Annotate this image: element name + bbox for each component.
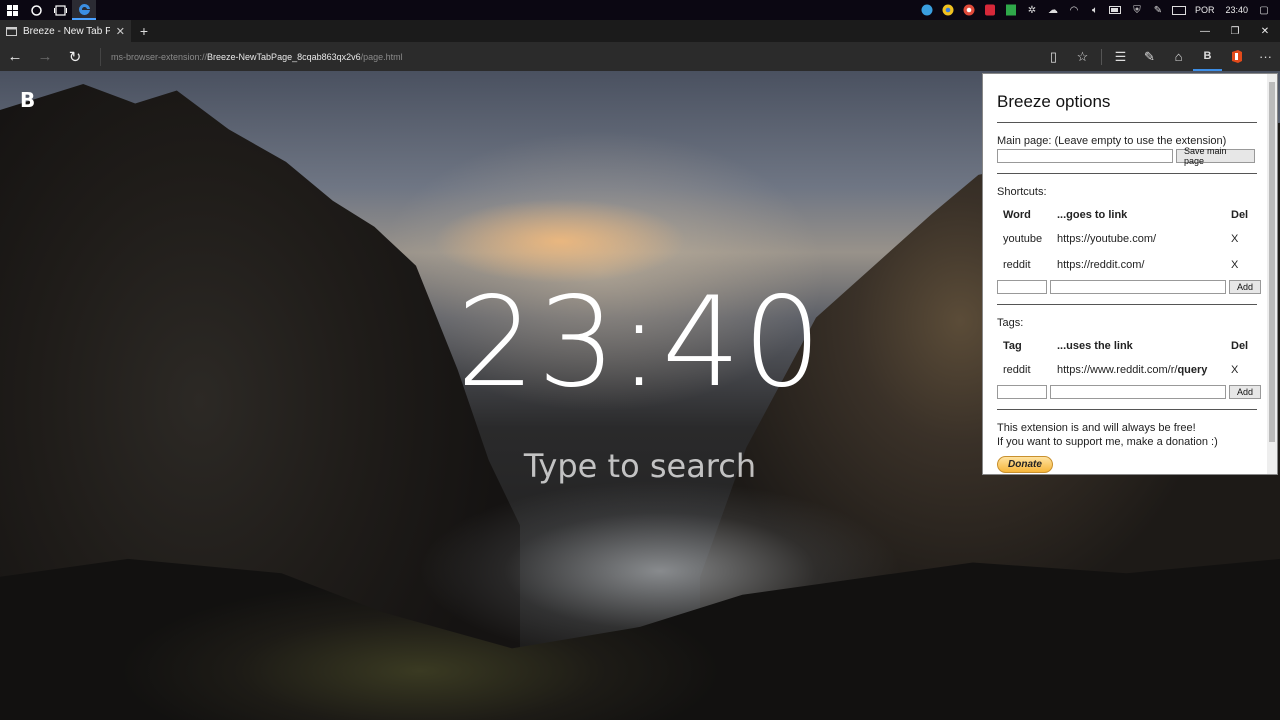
donate-button[interactable]: Donate	[997, 456, 1053, 473]
table-row: youtube https://youtube.com/ X	[997, 226, 1255, 252]
shortcuts-header-word: Word	[1003, 209, 1031, 221]
scrollbar-thumb[interactable]	[1269, 82, 1275, 442]
tag-link-query: query	[1177, 364, 1208, 376]
browser-titlebar: Breeze - New Tab Page ✕ + — ❐ ✕	[0, 20, 1280, 42]
tags-label: Tags:	[997, 317, 1024, 329]
shortcut-link: https://youtube.com/	[1057, 233, 1157, 245]
breeze-options-popup: Breeze options Main page: (Leave empty t…	[982, 73, 1278, 475]
language-indicator[interactable]: POR	[1192, 5, 1218, 15]
keyboard-tray-icon[interactable]	[1171, 2, 1187, 18]
divider	[997, 409, 1257, 410]
system-clock[interactable]: 23:40	[1222, 5, 1251, 15]
more-icon[interactable]: ···	[1251, 42, 1280, 71]
tags-table: Tag ...uses the link Del reddit https://…	[997, 335, 1255, 383]
help-tray-icon[interactable]	[919, 2, 935, 18]
new-tab-icon[interactable]: +	[131, 23, 157, 39]
new-shortcut-link-input[interactable]	[1050, 280, 1226, 294]
tab-close-icon[interactable]: ✕	[116, 25, 125, 38]
notifications-icon[interactable]: ▢	[1256, 2, 1272, 18]
cloud-tray-icon[interactable]: ☁	[1045, 2, 1061, 18]
web-note-icon[interactable]: ✎	[1135, 42, 1164, 71]
windows-start-icon[interactable]	[0, 0, 24, 20]
red-app-tray-icon[interactable]	[982, 2, 998, 18]
breeze-extension-icon[interactable]: B	[1193, 42, 1222, 71]
main-page-input[interactable]	[997, 149, 1173, 163]
new-tag-link-input[interactable]	[1050, 385, 1226, 399]
chrome-tray-icon[interactable]	[940, 2, 956, 18]
shortcuts-table: Word ...goes to link Del youtube https:/…	[997, 204, 1255, 278]
taskbar: ✲ ☁ ◠ 🔈︎ ⛨ ✎ POR 23:40 ▢	[0, 0, 1280, 20]
tab-title: Breeze - New Tab Page	[23, 25, 110, 37]
battery-tray-icon[interactable]	[1108, 2, 1124, 18]
tag-word: reddit	[1003, 364, 1031, 376]
back-icon[interactable]: ←	[0, 42, 30, 71]
popup-scrollbar[interactable]	[1267, 74, 1277, 474]
free-text: This extension is and will always be fre…	[997, 422, 1196, 434]
delete-shortcut-button[interactable]: X	[1225, 226, 1255, 252]
hub-icon[interactable]: ☰	[1106, 42, 1135, 71]
cortana-search-icon[interactable]	[24, 0, 48, 20]
shortcuts-label: Shortcuts:	[997, 186, 1047, 198]
tag-link: https://www.reddit.com/r/query	[1051, 357, 1225, 383]
restore-icon[interactable]: ❐	[1220, 20, 1250, 42]
options-title: Breeze options	[997, 92, 1111, 111]
shortcut-word: reddit	[1003, 259, 1031, 271]
support-text: If you want to support me, make a donati…	[997, 436, 1218, 448]
favorite-star-icon[interactable]: ☆	[1068, 42, 1097, 71]
volume-tray-icon[interactable]: 🔈︎	[1087, 2, 1103, 18]
shortcuts-header-del: Del	[1231, 209, 1249, 221]
pen-tray-icon[interactable]: ✎	[1150, 2, 1166, 18]
add-tag-button[interactable]: Add	[1229, 385, 1262, 399]
table-row: reddit https://reddit.com/ X	[997, 252, 1255, 278]
delete-tag-button[interactable]: X	[1225, 357, 1255, 383]
add-shortcut-button[interactable]: Add	[1229, 280, 1262, 294]
url-host: Breeze-NewTabPage_8cqab863qx2v6	[207, 51, 361, 62]
clock: 23:40	[456, 271, 824, 415]
share-icon[interactable]: ⌂	[1164, 42, 1193, 71]
tags-header-del: Del	[1231, 340, 1249, 352]
url-path: /page.html	[360, 51, 403, 62]
breeze-logo[interactable]: B	[20, 89, 42, 111]
url-field[interactable]: ms-browser-extension://Breeze-NewTabPage…	[100, 47, 403, 66]
minimize-icon[interactable]: —	[1190, 20, 1220, 42]
divider	[997, 173, 1257, 174]
office-extension-icon[interactable]	[1222, 42, 1251, 71]
toolbar-divider	[1101, 48, 1102, 65]
delete-shortcut-button[interactable]: X	[1225, 252, 1255, 278]
tab-breeze[interactable]: Breeze - New Tab Page ✕	[0, 20, 131, 42]
page-icon	[6, 26, 17, 36]
table-row: reddit https://www.reddit.com/r/query X	[997, 357, 1255, 383]
wifi-tray-icon[interactable]: ◠	[1066, 2, 1082, 18]
shortcut-link: https://reddit.com/	[1057, 259, 1145, 271]
close-window-icon[interactable]: ✕	[1250, 20, 1280, 42]
reading-view-icon[interactable]: ▯	[1039, 42, 1068, 71]
edge-taskbar-icon[interactable]	[72, 0, 96, 20]
shield-tray-icon[interactable]: ⛨	[1129, 2, 1145, 18]
task-view-icon[interactable]	[48, 0, 72, 20]
pinwheel-tray-icon[interactable]: ✲	[1024, 2, 1040, 18]
divider	[997, 122, 1257, 123]
forward-icon[interactable]: →	[30, 42, 60, 71]
refresh-icon[interactable]: ↻	[60, 42, 90, 71]
new-shortcut-word-input[interactable]	[997, 280, 1047, 294]
address-bar: ← → ↻ ms-browser-extension://Breeze-NewT…	[0, 42, 1280, 71]
tags-header-tag: Tag	[1003, 340, 1022, 352]
url-prefix: ms-browser-extension://	[111, 51, 208, 62]
green-app-tray-icon[interactable]	[1003, 2, 1019, 18]
shortcut-word: youtube	[1003, 233, 1043, 245]
tag-link-prefix: https://www.reddit.com/r/	[1057, 364, 1178, 376]
save-main-page-button[interactable]: Save main page	[1176, 146, 1255, 166]
new-tag-input[interactable]	[997, 385, 1047, 399]
divider	[997, 304, 1257, 305]
chrome-app-tray-icon[interactable]	[961, 2, 977, 18]
search-prompt[interactable]: Type to search	[440, 447, 840, 485]
tags-header-link: ...uses the link	[1057, 340, 1133, 352]
breeze-extension-badge: B	[1203, 49, 1212, 62]
shortcuts-header-link: ...goes to link	[1057, 209, 1128, 221]
